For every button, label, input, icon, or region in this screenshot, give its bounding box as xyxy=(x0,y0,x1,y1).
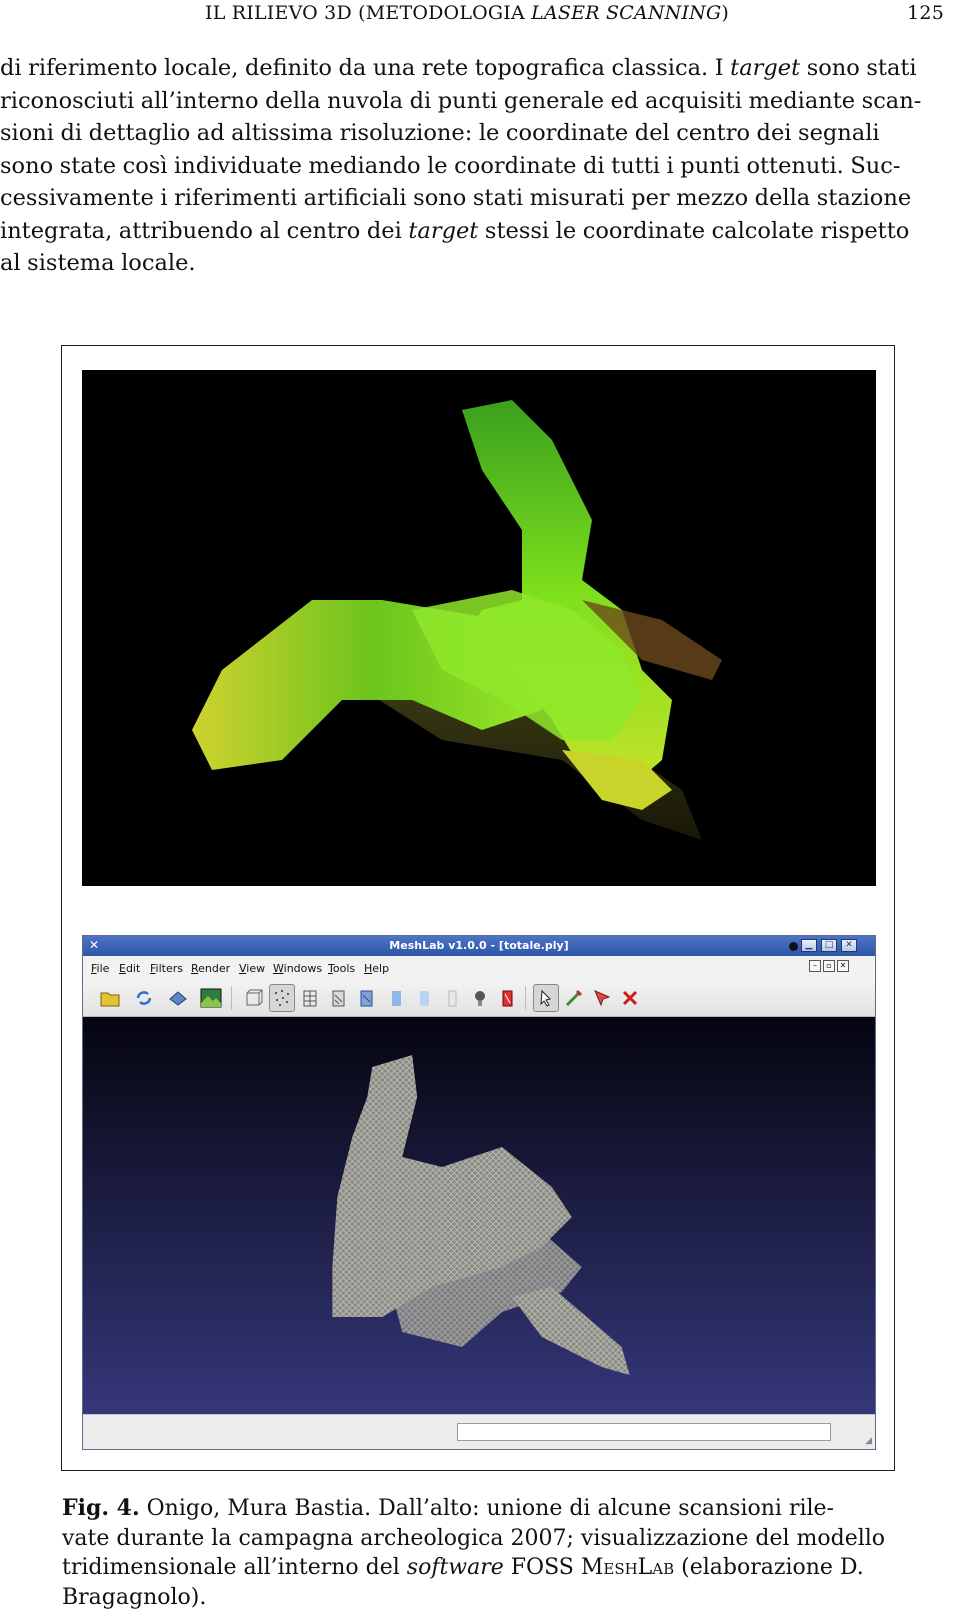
paragraph-line-1: di riferimento locale, definito da una r… xyxy=(0,52,958,85)
select-icon[interactable] xyxy=(535,987,557,1009)
caption-line-1-text: Onigo, Mura Bastia. Dall’alto: unione di… xyxy=(139,1496,834,1521)
resize-grip-icon[interactable]: ◢ xyxy=(865,1436,872,1446)
paragraph-line-1-b: sono stati xyxy=(800,55,917,81)
paragraph-line-1-a: di riferimento locale, definito da una r… xyxy=(0,55,731,81)
paragraph-line-3: sioni di dettaglio ad altissima risoluzi… xyxy=(0,120,880,146)
point-cloud-image xyxy=(82,370,876,886)
menu-tools[interactable]: Tools xyxy=(328,962,355,975)
window-title: MeshLab v1.0.0 - [totale.ply] xyxy=(389,939,569,952)
color-icon[interactable] xyxy=(496,987,518,1009)
title-bar: ✕ MeshLab v1.0.0 - [totale.ply] ▁ □ ✕ xyxy=(83,936,875,956)
running-head-title-italic: LASER SCANNING xyxy=(531,2,722,24)
running-head-title: IL RILIEVO 3D (METODOLOGIA LASER SCANNIN… xyxy=(205,2,729,24)
toolbar-separator xyxy=(525,986,526,1010)
caption-line-4: Bragagnolo). xyxy=(62,1584,207,1610)
toolbar xyxy=(83,980,875,1017)
menu-windows[interactable]: Windows xyxy=(273,962,322,975)
smooth-icon[interactable] xyxy=(413,987,435,1009)
paragraph-line-6: integrata, attribuendo al centro dei tar… xyxy=(0,215,958,248)
menu-edit[interactable]: Edit xyxy=(119,962,140,975)
menu-filters[interactable]: Filters xyxy=(150,962,183,975)
close-button[interactable]: ✕ xyxy=(841,939,857,952)
running-head-title-pre: IL RILIEVO 3D (METODOLOGIA xyxy=(205,2,532,24)
paragraph-line-4: sono state così individuate mediando le … xyxy=(0,152,901,179)
paragraph-line-7: al sistema locale. xyxy=(0,250,196,276)
menu-file[interactable]: File xyxy=(91,962,109,975)
menu-help[interactable]: Help xyxy=(364,962,389,975)
caption-line-1: Fig. 4. Onigo, Mura Bastia. Dall’alto: u… xyxy=(62,1494,894,1524)
caption-line-3: tridimensionale all’interno del software… xyxy=(62,1553,894,1583)
flat-lines-icon[interactable] xyxy=(355,987,377,1009)
status-field xyxy=(457,1423,831,1441)
delete-icon[interactable] xyxy=(619,987,641,1009)
record-indicator-icon xyxy=(789,942,798,951)
paragraph-line-6-a: integrata, attribuendo al centro dei xyxy=(0,217,409,244)
snapshot-icon[interactable] xyxy=(200,987,222,1009)
paragraph-line-6-b: stessi le coordinate calcolate rispetto xyxy=(478,217,910,244)
caption-line-3-b: FOSS xyxy=(503,1555,581,1580)
pick-icon[interactable] xyxy=(591,987,613,1009)
status-bar: ◢ xyxy=(83,1414,875,1449)
paragraph-line-2: riconosciuti all’interno della nuvola di… xyxy=(0,87,922,114)
menu-view[interactable]: View xyxy=(239,962,265,975)
toolbar-separator xyxy=(231,986,232,1010)
flat-icon[interactable] xyxy=(385,987,407,1009)
caption-label: Fig. 4. xyxy=(62,1495,140,1521)
caption-software-italic: software xyxy=(406,1555,504,1580)
paragraph-line-6-italic: target xyxy=(408,217,479,244)
bbox-icon[interactable] xyxy=(243,987,265,1009)
open-folder-icon[interactable] xyxy=(99,987,121,1009)
measure-icon[interactable] xyxy=(563,987,585,1009)
caption-line-3-c: (elaborazione D. xyxy=(674,1555,864,1580)
paragraph-line-1-italic: target xyxy=(730,55,801,81)
caption-line-2: vate durante la campagna archeologica 20… xyxy=(62,1525,886,1551)
points-icon[interactable] xyxy=(271,987,293,1009)
body-paragraph: di riferimento locale, definito da una r… xyxy=(0,52,958,280)
maximize-button[interactable]: □ xyxy=(821,939,837,952)
3d-viewport[interactable] xyxy=(83,1017,875,1415)
mdi-minimize-button[interactable]: – xyxy=(809,960,821,972)
hidden-lines-icon[interactable] xyxy=(327,987,349,1009)
menu-render[interactable]: Render xyxy=(191,962,230,975)
mdi-close-button[interactable]: ✕ xyxy=(837,960,849,972)
save-icon[interactable] xyxy=(167,987,189,1009)
minimize-button[interactable]: ▁ xyxy=(801,939,817,952)
light-icon[interactable] xyxy=(469,987,491,1009)
meshlab-window: ✕ MeshLab v1.0.0 - [totale.ply] ▁ □ ✕ Fi… xyxy=(82,935,876,1450)
mesh-arm xyxy=(511,1287,630,1375)
reload-icon[interactable] xyxy=(133,987,155,1009)
point-cloud-render xyxy=(192,400,722,840)
running-head-title-post: ) xyxy=(721,2,729,24)
caption-meshlab-smallcaps: MeshLab xyxy=(580,1555,675,1580)
menu-bar: File Edit Filters Render View Windows To… xyxy=(83,956,875,980)
mesh-render xyxy=(332,1055,630,1375)
paragraph-line-5: cessivamente i riferimenti artificiali s… xyxy=(0,185,912,211)
caption-line-3-a: tridimensionale all’interno del xyxy=(62,1555,407,1580)
running-head: IL RILIEVO 3D (METODOLOGIA LASER SCANNIN… xyxy=(0,0,960,28)
texture-icon[interactable] xyxy=(441,987,463,1009)
wireframe-icon[interactable] xyxy=(299,987,321,1009)
page-number: 125 xyxy=(907,2,944,24)
mdi-restore-button[interactable]: ▫ xyxy=(823,960,835,972)
figure-caption: Fig. 4. Onigo, Mura Bastia. Dall’alto: u… xyxy=(62,1494,894,1612)
